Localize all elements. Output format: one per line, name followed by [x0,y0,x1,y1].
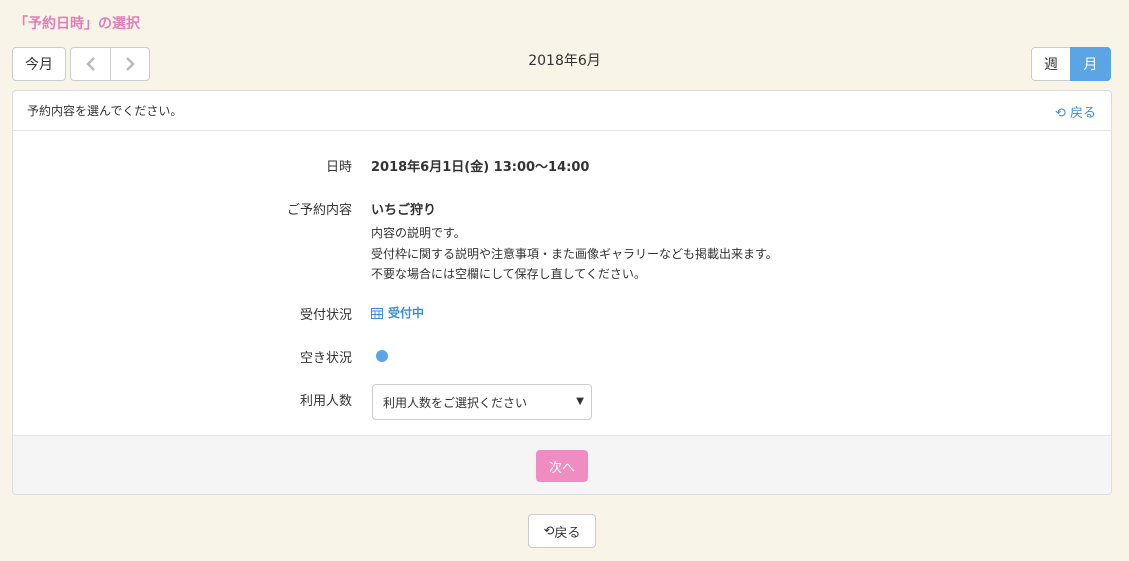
datetime-value: 2018年6月1日(金) 13:00〜14:00 [371,160,590,175]
previous-month-button[interactable] [70,47,111,81]
content-label: ご予約内容 [286,203,352,218]
current-month-label: 2018年6月 [528,53,601,69]
chevron-right-icon [126,57,135,71]
availability-dot-icon [376,350,388,362]
datetime-label: 日時 [325,160,352,175]
reservation-panel: 予約内容を選んでください。 ⟲ 戻る 日時 2018年6月1日(金) 13:00… [12,90,1112,495]
caret-down-icon: ▼ [576,396,584,407]
page-title: 「予約日時」の選択 [14,16,140,32]
back-button[interactable]: ⟲ 戻る [528,514,596,548]
description-line: 内容の説明です。 [371,226,466,240]
next-month-button[interactable] [110,47,150,81]
panel-hint: 予約内容を選んでください。 [27,104,183,118]
availability-label: 空き状況 [299,351,352,366]
people-count-select[interactable]: 利用人数をご選択ください ▼ [372,384,592,420]
content-value: いちご狩り [371,203,437,218]
header-back-link[interactable]: ⟲ 戻る [1055,102,1096,121]
undo-icon: ⟲ [543,523,555,539]
month-view-button[interactable]: 月 [1070,47,1111,81]
reception-label: 受付状況 [299,308,352,323]
this-month-button[interactable]: 今月 [12,47,66,81]
description-line: 受付枠に関する説明や注意事項・また画像ギャラリーなども掲載出来ます。 [371,247,778,261]
undo-icon: ⟲ [1054,106,1066,121]
back-button-label: 戻る [554,525,581,541]
description-line: 不要な場合には空欄にして保存し直してください。 [371,267,646,281]
calendar-icon [371,307,383,319]
week-view-button[interactable]: 週 [1031,47,1071,81]
panel-header: 予約内容を選んでください。 ⟲ 戻る [13,91,1111,131]
people-select-value: 利用人数をご選択ください [383,395,528,410]
reception-status-text: 受付中 [388,306,425,320]
header-back-label: 戻る [1069,106,1096,121]
chevron-left-icon [85,57,95,71]
people-label: 利用人数 [299,394,352,409]
reception-status: 受付中 [371,304,424,321]
panel-footer: 次へ [13,435,1111,494]
next-button[interactable]: 次へ [536,450,588,482]
